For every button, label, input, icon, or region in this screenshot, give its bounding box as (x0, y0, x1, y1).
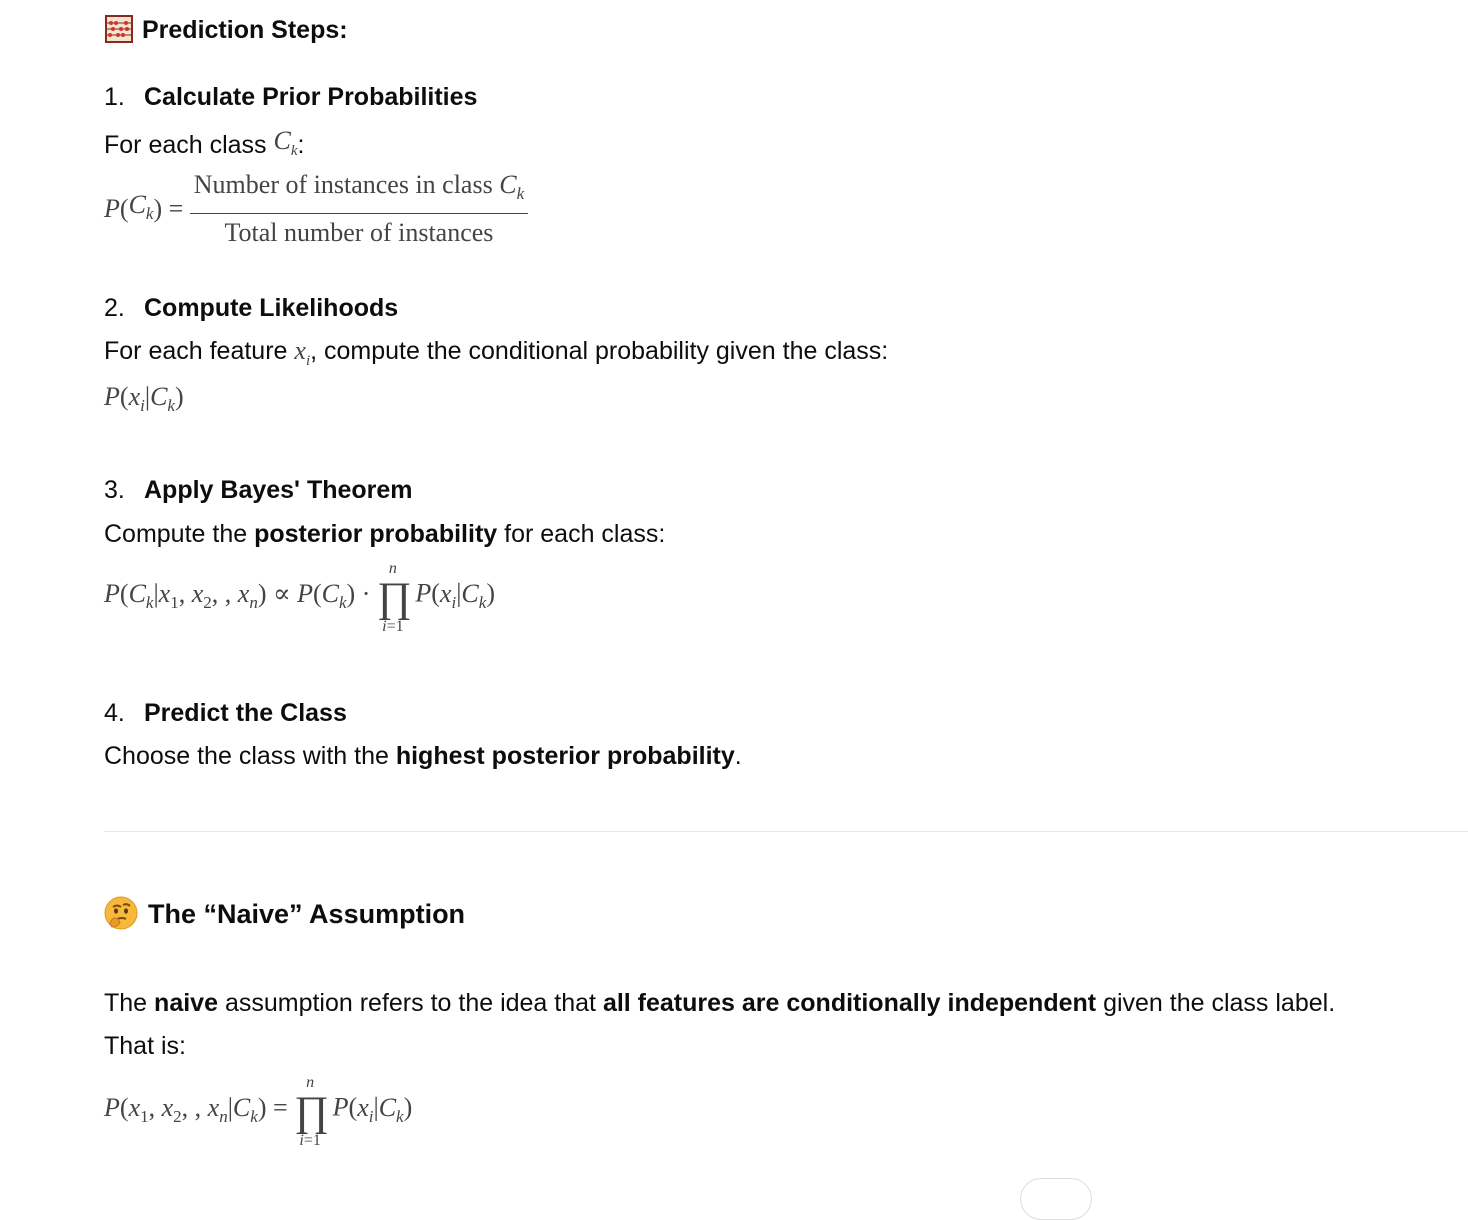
naive-paragraph: The naive assumption refers to the idea … (104, 989, 1336, 1017)
step-title: Calculate Prior Probabilities (144, 83, 478, 111)
abacus-icon (105, 15, 133, 43)
prediction-steps-heading: Prediction Steps: (104, 14, 348, 46)
step-1-heading: 1. Calculate Prior Probabilities (104, 81, 477, 113)
likelihood-formula: P(xi|Ck) (104, 382, 184, 415)
step-number: 2. (104, 294, 125, 322)
bayes-formula: P(Ck|x1, x2, , xn) ∝ P(Ck) · n ∏ i=1 P(xi|… (104, 560, 495, 635)
step-title: Apply Bayes' Theorem (144, 476, 413, 504)
fraction-numerator: Number of instances in class (193, 170, 493, 199)
step-4-heading: 4. Predict the Class (104, 697, 347, 729)
prediction-steps-title: Prediction Steps: (142, 16, 348, 44)
product-operator: n ∏ i=1 (294, 1074, 329, 1149)
thinking-face-icon (104, 896, 138, 930)
prior-fraction: Number of instances in class Ck Total nu… (189, 170, 529, 248)
step-3-heading: 3. Apply Bayes' Theorem (104, 474, 413, 506)
prior-probability-formula: P(Ck) = Number of instances in class Ck … (104, 170, 529, 248)
step-title: Compute Likelihoods (144, 294, 399, 322)
step-number: 1. (104, 83, 125, 111)
math-xi: xi (294, 336, 311, 369)
step-number: 3. (104, 476, 125, 504)
step-2-text: For each feature xi, compute the conditi… (104, 336, 889, 369)
product-operator: n ∏ i=1 (376, 560, 412, 635)
step-number: 4. (104, 699, 125, 727)
naive-assumption-heading: The “Naive” Assumption (104, 896, 465, 931)
step-3-text: Compute the posterior probability for ea… (104, 520, 666, 548)
step-4-text: Choose the class with the highest poster… (104, 742, 742, 770)
step-1-text: For each class Ck: (104, 126, 305, 159)
section-divider (104, 831, 1468, 832)
math-ck: Ck (273, 126, 298, 159)
step-title: Predict the Class (144, 699, 347, 727)
step-2-heading: 2. Compute Likelihoods (104, 292, 398, 324)
scroll-button[interactable] (1020, 1178, 1092, 1220)
naive-paragraph-line2: That is: (104, 1032, 186, 1060)
fraction-denominator: Total number of instances (224, 218, 494, 247)
naive-title: The “Naive” Assumption (148, 899, 466, 929)
naive-formula: P(x1, x2, , xn|Ck) = n ∏ i=1 P(xi|Ck) (104, 1074, 413, 1149)
